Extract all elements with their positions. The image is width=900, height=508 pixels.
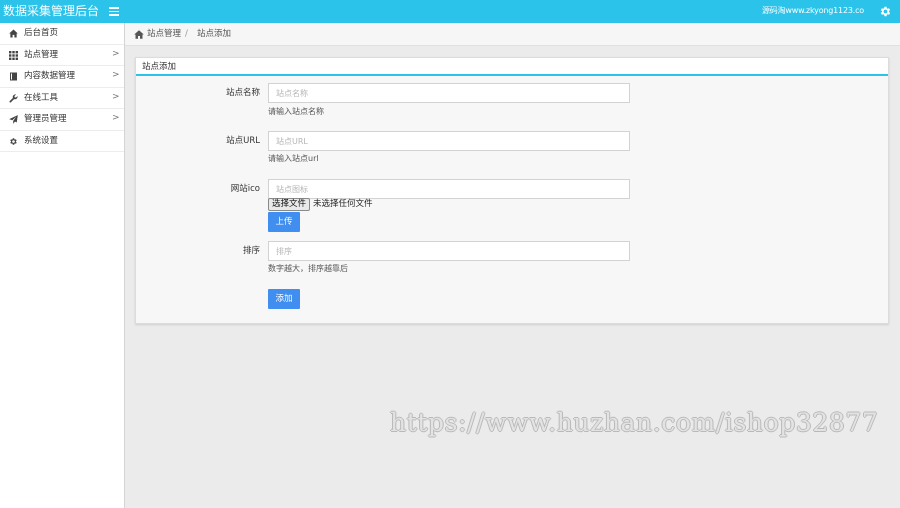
chevron-right-icon: >: [112, 91, 120, 102]
sidebar-item-label: 管理员管理: [24, 114, 67, 124]
send-icon: [9, 115, 18, 124]
app-title[interactable]: 数据采集管理后台: [3, 4, 99, 19]
site-name-help: 请输入站点名称: [268, 107, 324, 116]
sidebar-item-label: 系统设置: [24, 135, 59, 146]
site-url-input[interactable]: [268, 131, 630, 151]
cog-icon: [10, 137, 17, 145]
sort-input[interactable]: [268, 241, 630, 261]
sort-label: 排序: [242, 246, 260, 256]
sidebar-item-site-management[interactable]: 站点管理 >: [0, 45, 124, 66]
add-button[interactable]: 添加: [268, 289, 300, 309]
sidebar-item-admin-management[interactable]: 管理员管理 >: [0, 109, 124, 131]
sidebar: 后台首页 站点管理 > 内容数据管理 > 在线工具 > 管理员管理 > 系统设置: [0, 23, 125, 508]
grid-icon: [9, 50, 18, 60]
chevron-right-icon: >: [112, 70, 120, 80]
sidebar-item-label: 站点管理: [24, 49, 59, 60]
panel-title: 站点添加: [142, 62, 177, 72]
breadcrumb-separator: /: [185, 29, 188, 39]
site-link[interactable]: 源码淘www.zkyong1123.co: [762, 6, 864, 16]
breadcrumb-site-management[interactable]: 站点管理: [147, 29, 181, 40]
site-name-label: 站点名称: [225, 88, 260, 98]
home-icon[interactable]: [134, 30, 144, 39]
site-url-label: 站点URL: [226, 136, 260, 146]
site-ico-input[interactable]: [268, 179, 630, 199]
sidebar-item-system-settings[interactable]: 系统设置: [0, 131, 124, 152]
gear-icon[interactable]: [879, 5, 892, 18]
sidebar-item-label: 在线工具: [24, 92, 59, 103]
sidebar-item-home[interactable]: 后台首页: [0, 23, 124, 45]
breadcrumb-current: 站点添加: [197, 29, 232, 39]
upload-button[interactable]: 上传: [268, 212, 300, 232]
home-icon: [9, 29, 18, 38]
sidebar-item-label: 后台首页: [24, 28, 59, 38]
site-name-input[interactable]: [268, 83, 630, 103]
wrench-icon: [9, 93, 18, 103]
sidebar-item-content-data[interactable]: 内容数据管理 >: [0, 66, 124, 88]
sidebar-item-label: 内容数据管理: [24, 71, 76, 81]
site-url-help: 请输入站点url: [268, 154, 319, 163]
chevron-right-icon: >: [112, 113, 120, 123]
panel-header: 站点添加: [136, 58, 888, 76]
sort-help: 数字越大，排序越靠后: [268, 264, 348, 273]
choose-file-button[interactable]: 选择文件: [268, 198, 310, 211]
sidebar-item-online-tools[interactable]: 在线工具 >: [0, 88, 124, 109]
file-status-text: 未选择任何文件: [313, 199, 373, 209]
top-navbar: 数据采集管理后台 源码淘www.zkyong1123.co: [0, 0, 900, 23]
chevron-right-icon: >: [112, 48, 120, 59]
breadcrumb: 站点管理 / 站点添加: [125, 23, 900, 46]
site-ico-label: 网站ico: [230, 184, 260, 194]
watermark: https://www.huzhan.com/ishop32877: [390, 408, 879, 437]
book-icon: [10, 72, 17, 81]
hamburger-menu-icon[interactable]: [109, 5, 119, 17]
